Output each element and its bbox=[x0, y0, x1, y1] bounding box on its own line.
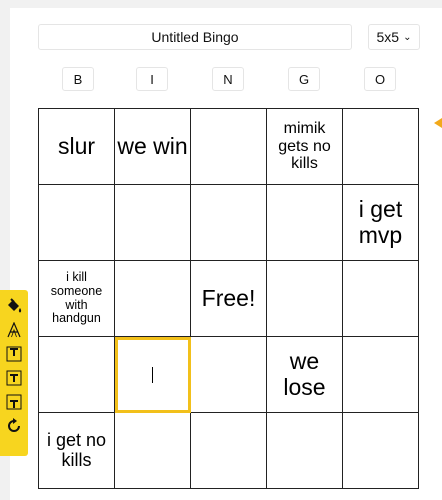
size-select[interactable]: 5x5 ⌄ bbox=[368, 24, 420, 50]
bingo-cell-active[interactable] bbox=[115, 337, 191, 413]
font-outline-icon[interactable] bbox=[3, 319, 25, 341]
free-cell[interactable]: Free! bbox=[191, 261, 267, 337]
bingo-cell[interactable] bbox=[191, 337, 267, 413]
chevron-down-icon: ⌄ bbox=[403, 31, 412, 43]
bingo-cell[interactable] bbox=[115, 413, 191, 489]
bingo-cell[interactable] bbox=[267, 261, 343, 337]
format-toolbar bbox=[0, 290, 28, 456]
size-select-value: 5x5 bbox=[376, 29, 400, 45]
bingo-cell[interactable] bbox=[39, 337, 115, 413]
bingo-cell[interactable]: we win bbox=[115, 109, 191, 185]
bingo-cell[interactable] bbox=[343, 337, 419, 413]
bingo-cell[interactable] bbox=[343, 261, 419, 337]
column-letter-o[interactable]: O bbox=[364, 67, 396, 91]
bingo-cell[interactable]: i get mvp bbox=[343, 185, 419, 261]
bingo-cell[interactable]: i get no kills bbox=[39, 413, 115, 489]
bingo-cell[interactable]: slur bbox=[39, 109, 115, 185]
bingo-cell[interactable] bbox=[267, 413, 343, 489]
bingo-cell[interactable] bbox=[191, 185, 267, 261]
bingo-cell[interactable] bbox=[191, 413, 267, 489]
text-caret bbox=[152, 366, 153, 383]
text-bottom-icon[interactable] bbox=[3, 391, 25, 413]
bingo-grid: slur we win mimik gets no kills i get mv… bbox=[38, 108, 419, 489]
text-top-icon[interactable] bbox=[3, 343, 25, 365]
bingo-cell[interactable] bbox=[191, 109, 267, 185]
column-letter-i[interactable]: I bbox=[136, 67, 168, 91]
bingo-cell[interactable] bbox=[343, 109, 419, 185]
bingo-cell[interactable]: i kill someone with handgun bbox=[39, 261, 115, 337]
bingo-cell[interactable] bbox=[267, 185, 343, 261]
arrow-marker-icon bbox=[434, 118, 442, 128]
text-middle-icon[interactable] bbox=[3, 367, 25, 389]
paint-bucket-icon[interactable] bbox=[3, 295, 25, 317]
title-input[interactable] bbox=[38, 24, 352, 50]
bingo-cell[interactable] bbox=[115, 261, 191, 337]
refresh-icon[interactable] bbox=[3, 415, 25, 437]
bingo-cell[interactable] bbox=[343, 413, 419, 489]
bingo-cell[interactable] bbox=[115, 185, 191, 261]
bingo-cell[interactable] bbox=[39, 185, 115, 261]
bingo-cell[interactable]: we lose bbox=[267, 337, 343, 413]
bingo-cell[interactable]: mimik gets no kills bbox=[267, 109, 343, 185]
column-letter-n[interactable]: N bbox=[212, 67, 244, 91]
column-letter-g[interactable]: G bbox=[288, 67, 320, 91]
column-letter-b[interactable]: B bbox=[62, 67, 94, 91]
